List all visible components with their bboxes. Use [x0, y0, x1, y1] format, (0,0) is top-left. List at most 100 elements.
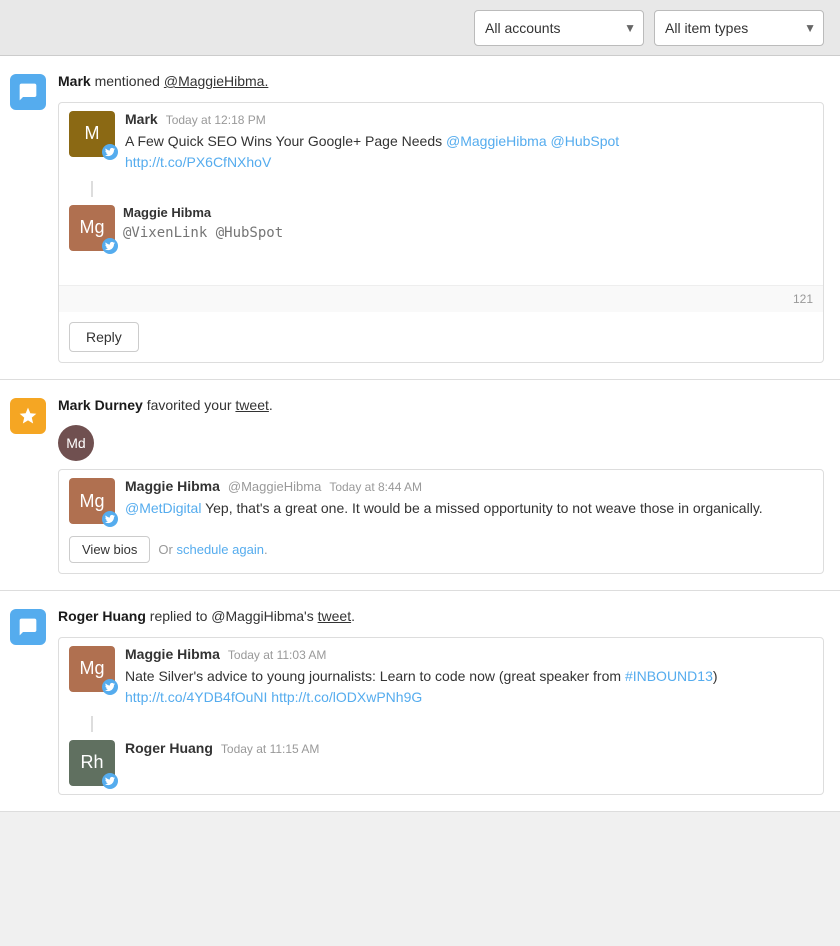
original-tweet-row: M Mark Today at 12:18 PM A Few Qui [59, 103, 823, 181]
feed-item-mention: Mark mentioned @MaggieHibma. M [0, 56, 840, 380]
connector-line-2 [91, 716, 93, 732]
view-bios-button[interactable]: View bios [69, 536, 150, 563]
reply-author-name: Maggie Hibma [123, 205, 813, 220]
star-icon [18, 406, 38, 426]
fav-tweet-tag[interactable]: @MetDigital [125, 500, 201, 516]
twitter-badge-maggie-2 [102, 511, 118, 527]
reply-main: Maggie Hibma [123, 205, 813, 277]
favorite-tweet-card: Mg Maggie Hibma @MaggieHibma Today at 8:… [58, 469, 824, 574]
reply-target: tweet [318, 608, 351, 624]
original-tweet-meta: Mark Today at 12:18 PM A Few Quick SEO W… [125, 111, 813, 173]
maggie-avatar-wrap-3: Mg [69, 646, 115, 692]
mention-link-maggie[interactable]: @MaggieHibma [446, 133, 547, 149]
twitter-badge-mark [102, 144, 118, 160]
favorite-user-link[interactable]: Mark Durney [58, 397, 143, 413]
reply-orig-time: Today at 11:03 AM [228, 648, 327, 662]
reply-tweet-card: Mg Maggie Hibma Today at 11:03 AM Nate S… [58, 637, 824, 795]
connector-wrapper [59, 181, 823, 197]
feed-item-favorite: Mark Durney favorited your tweet. Md Mg [0, 380, 840, 592]
mark-avatar-wrap: M [69, 111, 115, 157]
reply-orig-tweet-row: Mg Maggie Hibma Today at 11:03 AM Nate S… [59, 638, 823, 716]
item-types-dropdown-wrapper: All item types ▼ [654, 10, 824, 46]
fav-tweet-time: Today at 8:44 AM [329, 480, 422, 494]
favorite-action: favorited your [143, 397, 236, 413]
twitter-icon-roger [105, 776, 115, 786]
mention-action: mentioned [91, 73, 164, 89]
twitter-badge-maggie-3 [102, 679, 118, 695]
accounts-dropdown[interactable]: All accounts [474, 10, 644, 46]
reply-area: Mg Maggie Hibma 121 [59, 197, 823, 312]
reply-summary: Roger Huang replied to @MaggiHibma's twe… [58, 607, 824, 627]
twitter-badge-roger [102, 773, 118, 789]
maggie-avatar-wrap: Mg [69, 205, 115, 251]
reply-author-row: Mg Maggie Hibma [59, 197, 823, 285]
feed-item-reply: Roger Huang replied to @MaggiHibma's twe… [0, 591, 840, 812]
reply-footer: 121 [59, 285, 823, 312]
roger-reply-row: Rh Roger Huang Today at 11:15 AM [59, 732, 823, 794]
feed-container: Mark mentioned @MaggieHibma. M [0, 56, 840, 812]
roger-reply-time: Today at 11:15 AM [221, 742, 320, 756]
mention-content: Mark mentioned @MaggieHibma. M [58, 72, 824, 363]
or-text: Or schedule again. [158, 542, 267, 557]
favoriter-avatar-row: Md [58, 425, 824, 461]
original-tweet-body: A Few Quick SEO Wins Your Google+ Page N… [125, 131, 813, 173]
char-count: 121 [793, 292, 813, 306]
item-types-dropdown[interactable]: All item types [654, 10, 824, 46]
accounts-dropdown-wrapper: All accounts ▼ [474, 10, 644, 46]
roger-reply-meta: Roger Huang Today at 11:15 AM [125, 740, 813, 756]
mention-summary: Mark mentioned @MaggieHibma. [58, 72, 824, 92]
reply-action: replied to @MaggiHibma's [146, 608, 318, 624]
connector-line-col-2 [69, 716, 115, 732]
mention-icon-badge [10, 74, 46, 110]
favorite-target: tweet [235, 397, 268, 413]
fav-tweet-handle: @MaggieHibma [228, 479, 321, 494]
reply-orig-body: Nate Silver's advice to young journalist… [125, 666, 813, 708]
reply-content: Roger Huang replied to @MaggiHibma's twe… [58, 607, 824, 795]
reply-textarea[interactable] [123, 224, 813, 274]
mention-tweet-wrapper: M Mark Today at 12:18 PM A Few Qui [58, 102, 824, 363]
fav-tweet-body: @MetDigital Yep, that's a great one. It … [125, 498, 813, 519]
roger-reply-author: Roger Huang [125, 740, 213, 756]
original-tweet-author: Mark [125, 111, 158, 127]
reply-chat-icon [18, 617, 38, 637]
reply-btn-row: Reply [59, 312, 823, 362]
fav-tweet-text: Yep, that's a great one. It would be a m… [201, 500, 762, 516]
reply-orig-author-time: Maggie Hibma Today at 11:03 AM [125, 646, 813, 662]
tweet-author-time-row: Mark Today at 12:18 PM [125, 111, 813, 127]
reply-orig-meta: Maggie Hibma Today at 11:03 AM Nate Silv… [125, 646, 813, 708]
favorite-content: Mark Durney favorited your tweet. Md Mg [58, 396, 824, 575]
favorite-tweet-row: Mg Maggie Hibma @MaggieHibma Today at 8:… [59, 470, 823, 532]
twitter-icon-maggie [105, 241, 115, 251]
fav-author-time: Maggie Hibma @MaggieHibma Today at 8:44 … [125, 478, 813, 494]
connector-line-col [69, 181, 115, 197]
original-tweet-time: Today at 12:18 PM [166, 113, 266, 127]
fav-tweet-meta: Maggie Hibma @MaggieHibma Today at 8:44 … [125, 478, 813, 519]
reply-icon-badge [10, 609, 46, 645]
mention-user-link[interactable]: Mark [58, 73, 91, 89]
roger-avatar-wrap: Rh [69, 740, 115, 786]
fav-action-row: View bios Or schedule again. [59, 532, 823, 573]
mention-tweet-card: M Mark Today at 12:18 PM A Few Qui [58, 102, 824, 363]
fav-tweet-author: Maggie Hibma [125, 478, 220, 494]
roger-author-time: Roger Huang Today at 11:15 AM [125, 740, 813, 756]
reply-button[interactable]: Reply [69, 322, 139, 352]
mention-link-hubspot[interactable]: @HubSpot [551, 133, 620, 149]
markd-small-avatar: Md [58, 425, 94, 461]
schedule-again-link[interactable]: schedule again [176, 542, 263, 557]
mention-link-url[interactable]: http://t.co/PX6CfNXhoV [125, 154, 271, 170]
chat-icon [18, 82, 38, 102]
twitter-icon-maggie-2 [105, 514, 115, 524]
reply-orig-author: Maggie Hibma [125, 646, 220, 662]
twitter-icon-maggie-3 [105, 682, 115, 692]
connector-line [91, 181, 93, 197]
connector-wrapper-2 [59, 716, 823, 732]
inbound-tag-link[interactable]: #INBOUND13 [625, 668, 713, 684]
maggie-avatar-wrap-2: Mg [69, 478, 115, 524]
mention-target: @MaggieHibma. [164, 73, 268, 89]
header-bar: All accounts ▼ All item types ▼ [0, 0, 840, 56]
orig-url1-link[interactable]: http://t.co/4YDB4fOuNI [125, 689, 267, 705]
favorite-summary: Mark Durney favorited your tweet. [58, 396, 824, 416]
reply-user-link[interactable]: Roger Huang [58, 608, 146, 624]
twitter-badge-maggie [102, 238, 118, 254]
orig-url2-link[interactable]: http://t.co/lODXwPNh9G [271, 689, 422, 705]
